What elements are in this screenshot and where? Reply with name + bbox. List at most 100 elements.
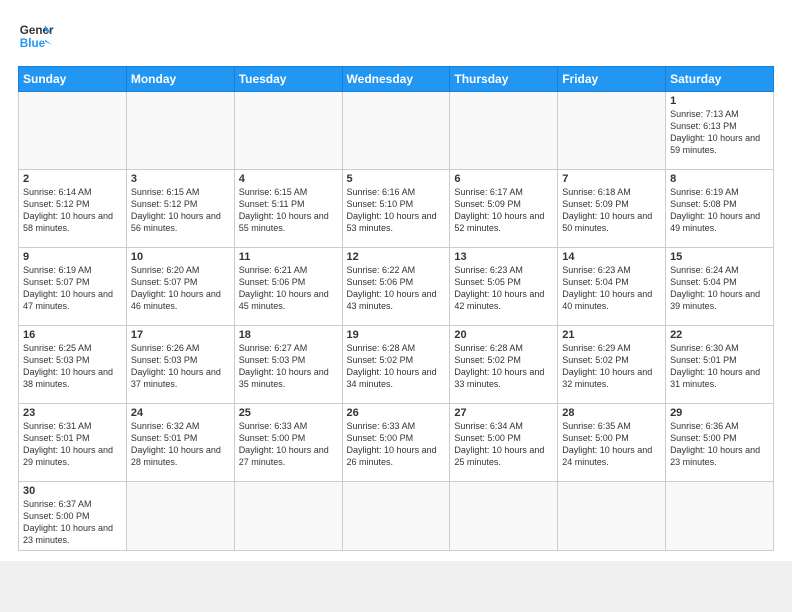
day-number: 10 bbox=[131, 251, 230, 263]
day-number: 30 bbox=[23, 485, 122, 497]
day-number: 16 bbox=[23, 329, 122, 341]
calendar-cell bbox=[666, 482, 774, 551]
svg-text:Blue: Blue bbox=[20, 37, 46, 50]
day-number: 18 bbox=[239, 329, 338, 341]
generalblue-logo-icon: General Blue bbox=[18, 18, 54, 54]
calendar-week-row: 16Sunrise: 6:25 AM Sunset: 5:03 PM Dayli… bbox=[19, 326, 774, 404]
day-info: Sunrise: 6:22 AM Sunset: 5:06 PM Dayligh… bbox=[347, 264, 446, 313]
day-info: Sunrise: 6:33 AM Sunset: 5:00 PM Dayligh… bbox=[347, 420, 446, 469]
calendar-cell bbox=[126, 482, 234, 551]
day-info: Sunrise: 6:24 AM Sunset: 5:04 PM Dayligh… bbox=[670, 264, 769, 313]
day-number: 29 bbox=[670, 407, 769, 419]
calendar-cell: 1Sunrise: 7:13 AM Sunset: 6:13 PM Daylig… bbox=[666, 92, 774, 170]
day-info: Sunrise: 6:35 AM Sunset: 5:00 PM Dayligh… bbox=[562, 420, 661, 469]
calendar-cell bbox=[558, 92, 666, 170]
calendar-cell: 20Sunrise: 6:28 AM Sunset: 5:02 PM Dayli… bbox=[450, 326, 558, 404]
calendar-cell: 8Sunrise: 6:19 AM Sunset: 5:08 PM Daylig… bbox=[666, 170, 774, 248]
weekday-header-saturday: Saturday bbox=[666, 67, 774, 92]
calendar-cell: 6Sunrise: 6:17 AM Sunset: 5:09 PM Daylig… bbox=[450, 170, 558, 248]
day-info: Sunrise: 6:20 AM Sunset: 5:07 PM Dayligh… bbox=[131, 264, 230, 313]
day-info: Sunrise: 6:28 AM Sunset: 5:02 PM Dayligh… bbox=[454, 342, 553, 391]
calendar-cell bbox=[558, 482, 666, 551]
calendar-cell: 25Sunrise: 6:33 AM Sunset: 5:00 PM Dayli… bbox=[234, 404, 342, 482]
day-info: Sunrise: 6:29 AM Sunset: 5:02 PM Dayligh… bbox=[562, 342, 661, 391]
calendar-cell: 19Sunrise: 6:28 AM Sunset: 5:02 PM Dayli… bbox=[342, 326, 450, 404]
day-info: Sunrise: 6:14 AM Sunset: 5:12 PM Dayligh… bbox=[23, 186, 122, 235]
day-info: Sunrise: 6:37 AM Sunset: 5:00 PM Dayligh… bbox=[23, 498, 122, 547]
day-info: Sunrise: 6:36 AM Sunset: 5:00 PM Dayligh… bbox=[670, 420, 769, 469]
day-number: 14 bbox=[562, 251, 661, 263]
day-number: 9 bbox=[23, 251, 122, 263]
calendar-cell bbox=[342, 482, 450, 551]
calendar-cell: 23Sunrise: 6:31 AM Sunset: 5:01 PM Dayli… bbox=[19, 404, 127, 482]
calendar-cell: 2Sunrise: 6:14 AM Sunset: 5:12 PM Daylig… bbox=[19, 170, 127, 248]
weekday-header-friday: Friday bbox=[558, 67, 666, 92]
weekday-header-monday: Monday bbox=[126, 67, 234, 92]
day-info: Sunrise: 6:23 AM Sunset: 5:05 PM Dayligh… bbox=[454, 264, 553, 313]
calendar-cell: 27Sunrise: 6:34 AM Sunset: 5:00 PM Dayli… bbox=[450, 404, 558, 482]
day-number: 20 bbox=[454, 329, 553, 341]
day-number: 19 bbox=[347, 329, 446, 341]
calendar-cell bbox=[126, 92, 234, 170]
weekday-header-sunday: Sunday bbox=[19, 67, 127, 92]
calendar-cell: 17Sunrise: 6:26 AM Sunset: 5:03 PM Dayli… bbox=[126, 326, 234, 404]
calendar-week-row: 2Sunrise: 6:14 AM Sunset: 5:12 PM Daylig… bbox=[19, 170, 774, 248]
day-number: 11 bbox=[239, 251, 338, 263]
calendar-cell: 15Sunrise: 6:24 AM Sunset: 5:04 PM Dayli… bbox=[666, 248, 774, 326]
day-info: Sunrise: 6:30 AM Sunset: 5:01 PM Dayligh… bbox=[670, 342, 769, 391]
day-info: Sunrise: 6:34 AM Sunset: 5:00 PM Dayligh… bbox=[454, 420, 553, 469]
weekday-header-wednesday: Wednesday bbox=[342, 67, 450, 92]
weekday-header-tuesday: Tuesday bbox=[234, 67, 342, 92]
day-info: Sunrise: 6:25 AM Sunset: 5:03 PM Dayligh… bbox=[23, 342, 122, 391]
weekday-header-row: SundayMondayTuesdayWednesdayThursdayFrid… bbox=[19, 67, 774, 92]
day-info: Sunrise: 6:27 AM Sunset: 5:03 PM Dayligh… bbox=[239, 342, 338, 391]
day-info: Sunrise: 6:23 AM Sunset: 5:04 PM Dayligh… bbox=[562, 264, 661, 313]
day-number: 3 bbox=[131, 173, 230, 185]
calendar-cell: 18Sunrise: 6:27 AM Sunset: 5:03 PM Dayli… bbox=[234, 326, 342, 404]
calendar-cell: 30Sunrise: 6:37 AM Sunset: 5:00 PM Dayli… bbox=[19, 482, 127, 551]
calendar-cell: 10Sunrise: 6:20 AM Sunset: 5:07 PM Dayli… bbox=[126, 248, 234, 326]
day-number: 5 bbox=[347, 173, 446, 185]
day-number: 27 bbox=[454, 407, 553, 419]
day-number: 6 bbox=[454, 173, 553, 185]
day-number: 17 bbox=[131, 329, 230, 341]
day-info: Sunrise: 6:19 AM Sunset: 5:08 PM Dayligh… bbox=[670, 186, 769, 235]
day-number: 24 bbox=[131, 407, 230, 419]
day-number: 4 bbox=[239, 173, 338, 185]
day-number: 13 bbox=[454, 251, 553, 263]
calendar-week-row: 9Sunrise: 6:19 AM Sunset: 5:07 PM Daylig… bbox=[19, 248, 774, 326]
logo: General Blue bbox=[18, 18, 54, 54]
day-number: 22 bbox=[670, 329, 769, 341]
calendar-cell: 21Sunrise: 6:29 AM Sunset: 5:02 PM Dayli… bbox=[558, 326, 666, 404]
calendar-cell: 7Sunrise: 6:18 AM Sunset: 5:09 PM Daylig… bbox=[558, 170, 666, 248]
calendar-cell: 24Sunrise: 6:32 AM Sunset: 5:01 PM Dayli… bbox=[126, 404, 234, 482]
calendar-cell: 9Sunrise: 6:19 AM Sunset: 5:07 PM Daylig… bbox=[19, 248, 127, 326]
calendar-cell bbox=[342, 92, 450, 170]
day-number: 1 bbox=[670, 95, 769, 107]
day-number: 12 bbox=[347, 251, 446, 263]
calendar-cell: 14Sunrise: 6:23 AM Sunset: 5:04 PM Dayli… bbox=[558, 248, 666, 326]
day-number: 23 bbox=[23, 407, 122, 419]
day-info: Sunrise: 6:31 AM Sunset: 5:01 PM Dayligh… bbox=[23, 420, 122, 469]
calendar-cell: 3Sunrise: 6:15 AM Sunset: 5:12 PM Daylig… bbox=[126, 170, 234, 248]
day-info: Sunrise: 6:17 AM Sunset: 5:09 PM Dayligh… bbox=[454, 186, 553, 235]
calendar-week-row: 30Sunrise: 6:37 AM Sunset: 5:00 PM Dayli… bbox=[19, 482, 774, 551]
calendar-cell bbox=[234, 92, 342, 170]
day-info: Sunrise: 6:33 AM Sunset: 5:00 PM Dayligh… bbox=[239, 420, 338, 469]
day-info: Sunrise: 6:21 AM Sunset: 5:06 PM Dayligh… bbox=[239, 264, 338, 313]
day-number: 2 bbox=[23, 173, 122, 185]
day-number: 15 bbox=[670, 251, 769, 263]
calendar-cell bbox=[450, 92, 558, 170]
calendar-cell: 5Sunrise: 6:16 AM Sunset: 5:10 PM Daylig… bbox=[342, 170, 450, 248]
calendar-cell: 28Sunrise: 6:35 AM Sunset: 5:00 PM Dayli… bbox=[558, 404, 666, 482]
day-number: 21 bbox=[562, 329, 661, 341]
day-info: Sunrise: 6:15 AM Sunset: 5:11 PM Dayligh… bbox=[239, 186, 338, 235]
day-number: 8 bbox=[670, 173, 769, 185]
calendar-week-row: 23Sunrise: 6:31 AM Sunset: 5:01 PM Dayli… bbox=[19, 404, 774, 482]
day-info: Sunrise: 6:26 AM Sunset: 5:03 PM Dayligh… bbox=[131, 342, 230, 391]
day-info: Sunrise: 6:18 AM Sunset: 5:09 PM Dayligh… bbox=[562, 186, 661, 235]
day-info: Sunrise: 7:13 AM Sunset: 6:13 PM Dayligh… bbox=[670, 108, 769, 157]
calendar-cell bbox=[234, 482, 342, 551]
calendar-cell: 13Sunrise: 6:23 AM Sunset: 5:05 PM Dayli… bbox=[450, 248, 558, 326]
day-number: 28 bbox=[562, 407, 661, 419]
